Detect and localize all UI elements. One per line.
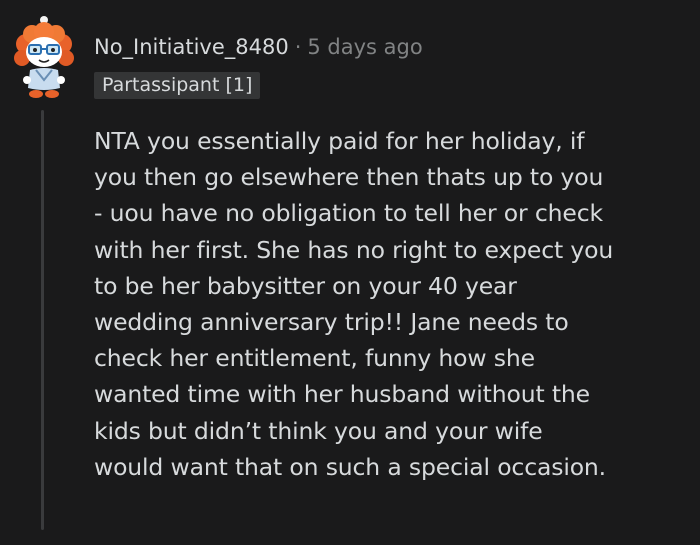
comment-body-line: with her first. She has no right to expe… [94, 235, 614, 264]
comment-body-line: check her entitlement, funny how she [94, 344, 535, 373]
separator-dot: · [294, 35, 302, 59]
comment-body: NTA you essentially paid for her holiday… [94, 123, 684, 485]
comment-body-line: you then go elsewhere then thats up to y… [94, 163, 604, 192]
reddit-snoo-avatar-icon [14, 16, 74, 98]
comment: No_Initiative_8480 · 5 days ago Partassi… [0, 0, 700, 545]
comment-body-line: to be her babysitter on your 40 year [94, 271, 517, 300]
comment-body-line: kids but didn’t think you and your wife [94, 416, 543, 445]
comment-body-line: NTA you essentially paid for her holiday… [94, 127, 585, 155]
timestamp[interactable]: 5 days ago [307, 34, 422, 60]
username-link[interactable]: No_Initiative_8480 [94, 34, 289, 60]
avatar[interactable] [12, 14, 76, 100]
comment-body-line: wedding anniversary trip!! Jane needs to [94, 308, 569, 337]
thread-collapse-line[interactable] [41, 110, 44, 530]
comment-body-line: - uou have no obligation to tell her or … [94, 199, 603, 228]
user-flair-badge: Partassipant [1] [94, 72, 261, 99]
comment-body-line: wanted time with her husband without the [94, 380, 590, 409]
comment-header: No_Initiative_8480 · 5 days ago [94, 34, 423, 60]
comment-body-line: would want that on such a special occasi… [94, 452, 606, 481]
